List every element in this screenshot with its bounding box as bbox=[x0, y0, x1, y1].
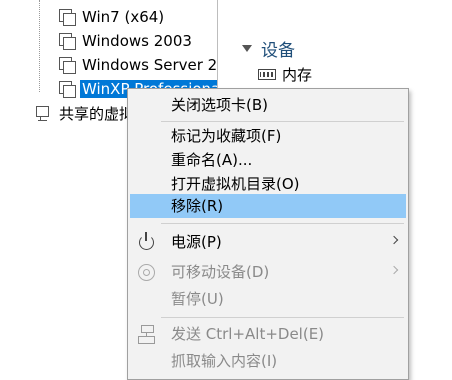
tree-item-win7[interactable]: Win7 (x64) bbox=[59, 5, 164, 29]
menu-separator bbox=[161, 317, 404, 318]
menu-separator bbox=[161, 223, 404, 224]
menu-item-label: 电源(P) bbox=[171, 233, 222, 251]
tree-connector-line bbox=[39, 0, 41, 92]
menu-item-label: 关闭选项卡(B) bbox=[171, 96, 268, 114]
menu-item-removable-devices[interactable]: 可移动设备(D) bbox=[130, 260, 406, 284]
menu-item-pause[interactable]: 暂停(U) bbox=[130, 287, 406, 311]
vm-icon bbox=[59, 80, 76, 98]
vm-icon bbox=[59, 56, 76, 74]
power-icon bbox=[137, 232, 157, 252]
menu-item-grab-input[interactable]: 抓取输入内容(I) bbox=[130, 349, 406, 373]
vm-icon bbox=[59, 8, 76, 26]
menu-item-label: 重命名(A)... bbox=[171, 151, 253, 169]
collapse-caret-icon[interactable] bbox=[242, 45, 252, 52]
submenu-arrow-icon bbox=[389, 235, 399, 245]
device-row-memory[interactable]: 内存 bbox=[258, 64, 312, 85]
vm-icon bbox=[59, 32, 76, 50]
menu-item-close-tab[interactable]: 关闭选项卡(B) bbox=[130, 93, 406, 117]
tree-item-windows-2003[interactable]: Windows 2003 bbox=[59, 29, 192, 53]
tree-item-label: Windows 2003 bbox=[82, 32, 192, 50]
tree-item-label: Windows Server 2 bbox=[82, 56, 217, 74]
devices-section-header[interactable]: 设备 bbox=[242, 36, 295, 61]
menu-item-label: 抓取输入内容(I) bbox=[171, 352, 278, 370]
memory-icon bbox=[258, 69, 276, 80]
memory-label: 内存 bbox=[282, 66, 313, 84]
menu-item-rename[interactable]: 重命名(A)... bbox=[130, 148, 406, 172]
menu-item-label: 发送 Ctrl+Alt+Del(E) bbox=[171, 325, 325, 343]
tree-item-label: Win7 (x64) bbox=[82, 8, 165, 26]
removable-device-icon bbox=[137, 262, 157, 282]
menu-item-label: 暂停(U) bbox=[171, 290, 224, 308]
tree-item-windows-server[interactable]: Windows Server 2 bbox=[59, 53, 217, 77]
menu-separator bbox=[161, 121, 404, 122]
submenu-arrow-icon bbox=[389, 265, 399, 275]
menu-item-label: 标记为收藏项(F) bbox=[171, 127, 282, 145]
menu-item-label: 可移动设备(D) bbox=[171, 263, 270, 281]
menu-item-label: 移除(R) bbox=[171, 197, 224, 215]
menu-item-label: 打开虚拟机目录(O) bbox=[171, 175, 300, 193]
send-cad-icon bbox=[137, 324, 157, 344]
menu-item-send-ctrl-alt-del[interactable]: 发送 Ctrl+Alt+Del(E) bbox=[130, 322, 406, 346]
shared-vm-icon bbox=[36, 105, 53, 122]
menu-item-open-vm-directory[interactable]: 打开虚拟机目录(O) bbox=[130, 172, 406, 196]
menu-item-power[interactable]: 电源(P) bbox=[130, 230, 406, 254]
context-menu: 关闭选项卡(B) 标记为收藏项(F) 重命名(A)... 打开虚拟机目录(O) … bbox=[127, 88, 409, 380]
devices-section-title: 设备 bbox=[261, 41, 295, 61]
menu-item-remove[interactable]: 移除(R) bbox=[130, 194, 406, 218]
menu-item-add-favorite[interactable]: 标记为收藏项(F) bbox=[130, 124, 406, 148]
